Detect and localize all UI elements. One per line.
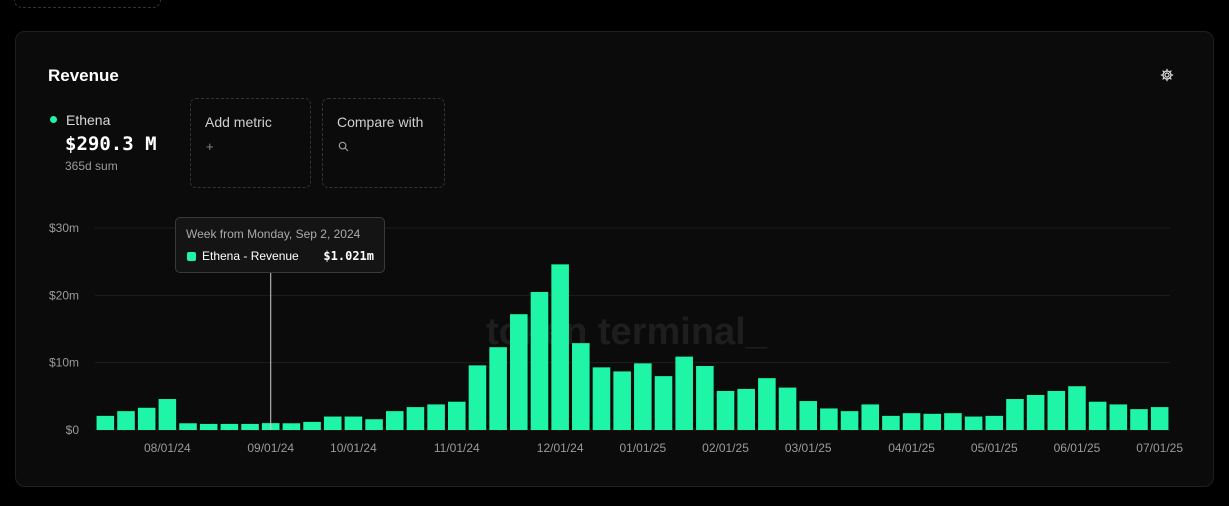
bar — [1088, 401, 1107, 430]
bar — [1150, 407, 1169, 430]
bar — [964, 416, 983, 430]
bar — [406, 407, 425, 430]
bar — [1130, 409, 1148, 430]
bar — [654, 376, 673, 430]
tooltip-series-name: Ethena - Revenue — [202, 249, 299, 263]
bar — [799, 401, 818, 430]
bar — [902, 413, 921, 430]
bar — [220, 423, 239, 430]
x-tick-label: 05/01/25 — [971, 441, 1018, 455]
bar — [778, 387, 797, 430]
bar — [675, 356, 693, 430]
bar — [696, 366, 714, 430]
bar — [468, 365, 487, 430]
tooltip-value: $1.021m — [323, 249, 374, 263]
watermark: token terminal_ — [486, 311, 768, 353]
bar — [985, 415, 1004, 430]
bar — [117, 411, 135, 430]
bar — [1047, 390, 1066, 430]
bar — [158, 399, 177, 430]
bar — [551, 264, 569, 430]
bar — [137, 407, 156, 430]
tooltip-header: Week from Monday, Sep 2, 2024 — [186, 227, 361, 241]
bar — [820, 408, 838, 430]
bar — [882, 415, 900, 430]
x-tick-label: 08/01/24 — [144, 441, 191, 455]
bar — [323, 416, 342, 430]
y-tick-label: $0 — [66, 423, 80, 437]
bar — [923, 413, 942, 430]
bar — [179, 423, 197, 430]
chart-tooltip: Week from Monday, Sep 2, 2024 Ethena - R… — [175, 217, 385, 273]
bar — [303, 421, 321, 430]
bar — [96, 415, 115, 430]
top-ghost-box — [14, 0, 161, 8]
bar — [447, 401, 466, 430]
x-tick-label: 03/01/25 — [785, 441, 832, 455]
y-tick-label: $30m — [49, 221, 79, 235]
revenue-card: Revenue Ethena $290.3 M 365d sum Add met… — [15, 31, 1214, 487]
bar — [1026, 394, 1045, 430]
x-tick-label: 09/01/24 — [247, 441, 294, 455]
bar — [944, 413, 962, 430]
x-tick-label: 11/01/24 — [434, 441, 480, 455]
bar — [241, 423, 259, 430]
x-tick-label: 12/01/24 — [537, 441, 584, 455]
bar — [530, 291, 549, 430]
bar — [344, 416, 363, 430]
bar — [489, 347, 507, 430]
bar — [758, 378, 776, 430]
bar — [1109, 404, 1128, 430]
x-tick-label: 01/01/25 — [619, 441, 666, 455]
bar — [716, 390, 735, 430]
bar — [861, 404, 880, 430]
bar — [385, 411, 404, 430]
y-tick-label: $20m — [49, 288, 79, 302]
x-tick-label: 04/01/25 — [888, 441, 935, 455]
bar — [613, 371, 631, 430]
bar — [510, 314, 528, 430]
tooltip-series-swatch — [187, 252, 196, 261]
bar — [365, 419, 383, 430]
y-tick-label: $10m — [49, 356, 79, 370]
bar — [840, 411, 859, 430]
bar — [592, 367, 611, 430]
x-tick-label: 10/01/24 — [330, 441, 377, 455]
bar — [634, 363, 652, 430]
x-tick-label: 07/01/25 — [1136, 441, 1183, 455]
bar — [282, 423, 301, 430]
bar — [737, 388, 755, 430]
x-tick-label: 02/01/25 — [702, 441, 749, 455]
bar — [1006, 399, 1024, 430]
x-tick-label: 06/01/25 — [1054, 441, 1101, 455]
bar — [427, 404, 445, 430]
bar — [1068, 386, 1086, 430]
bar — [572, 343, 590, 430]
bar — [199, 423, 218, 430]
